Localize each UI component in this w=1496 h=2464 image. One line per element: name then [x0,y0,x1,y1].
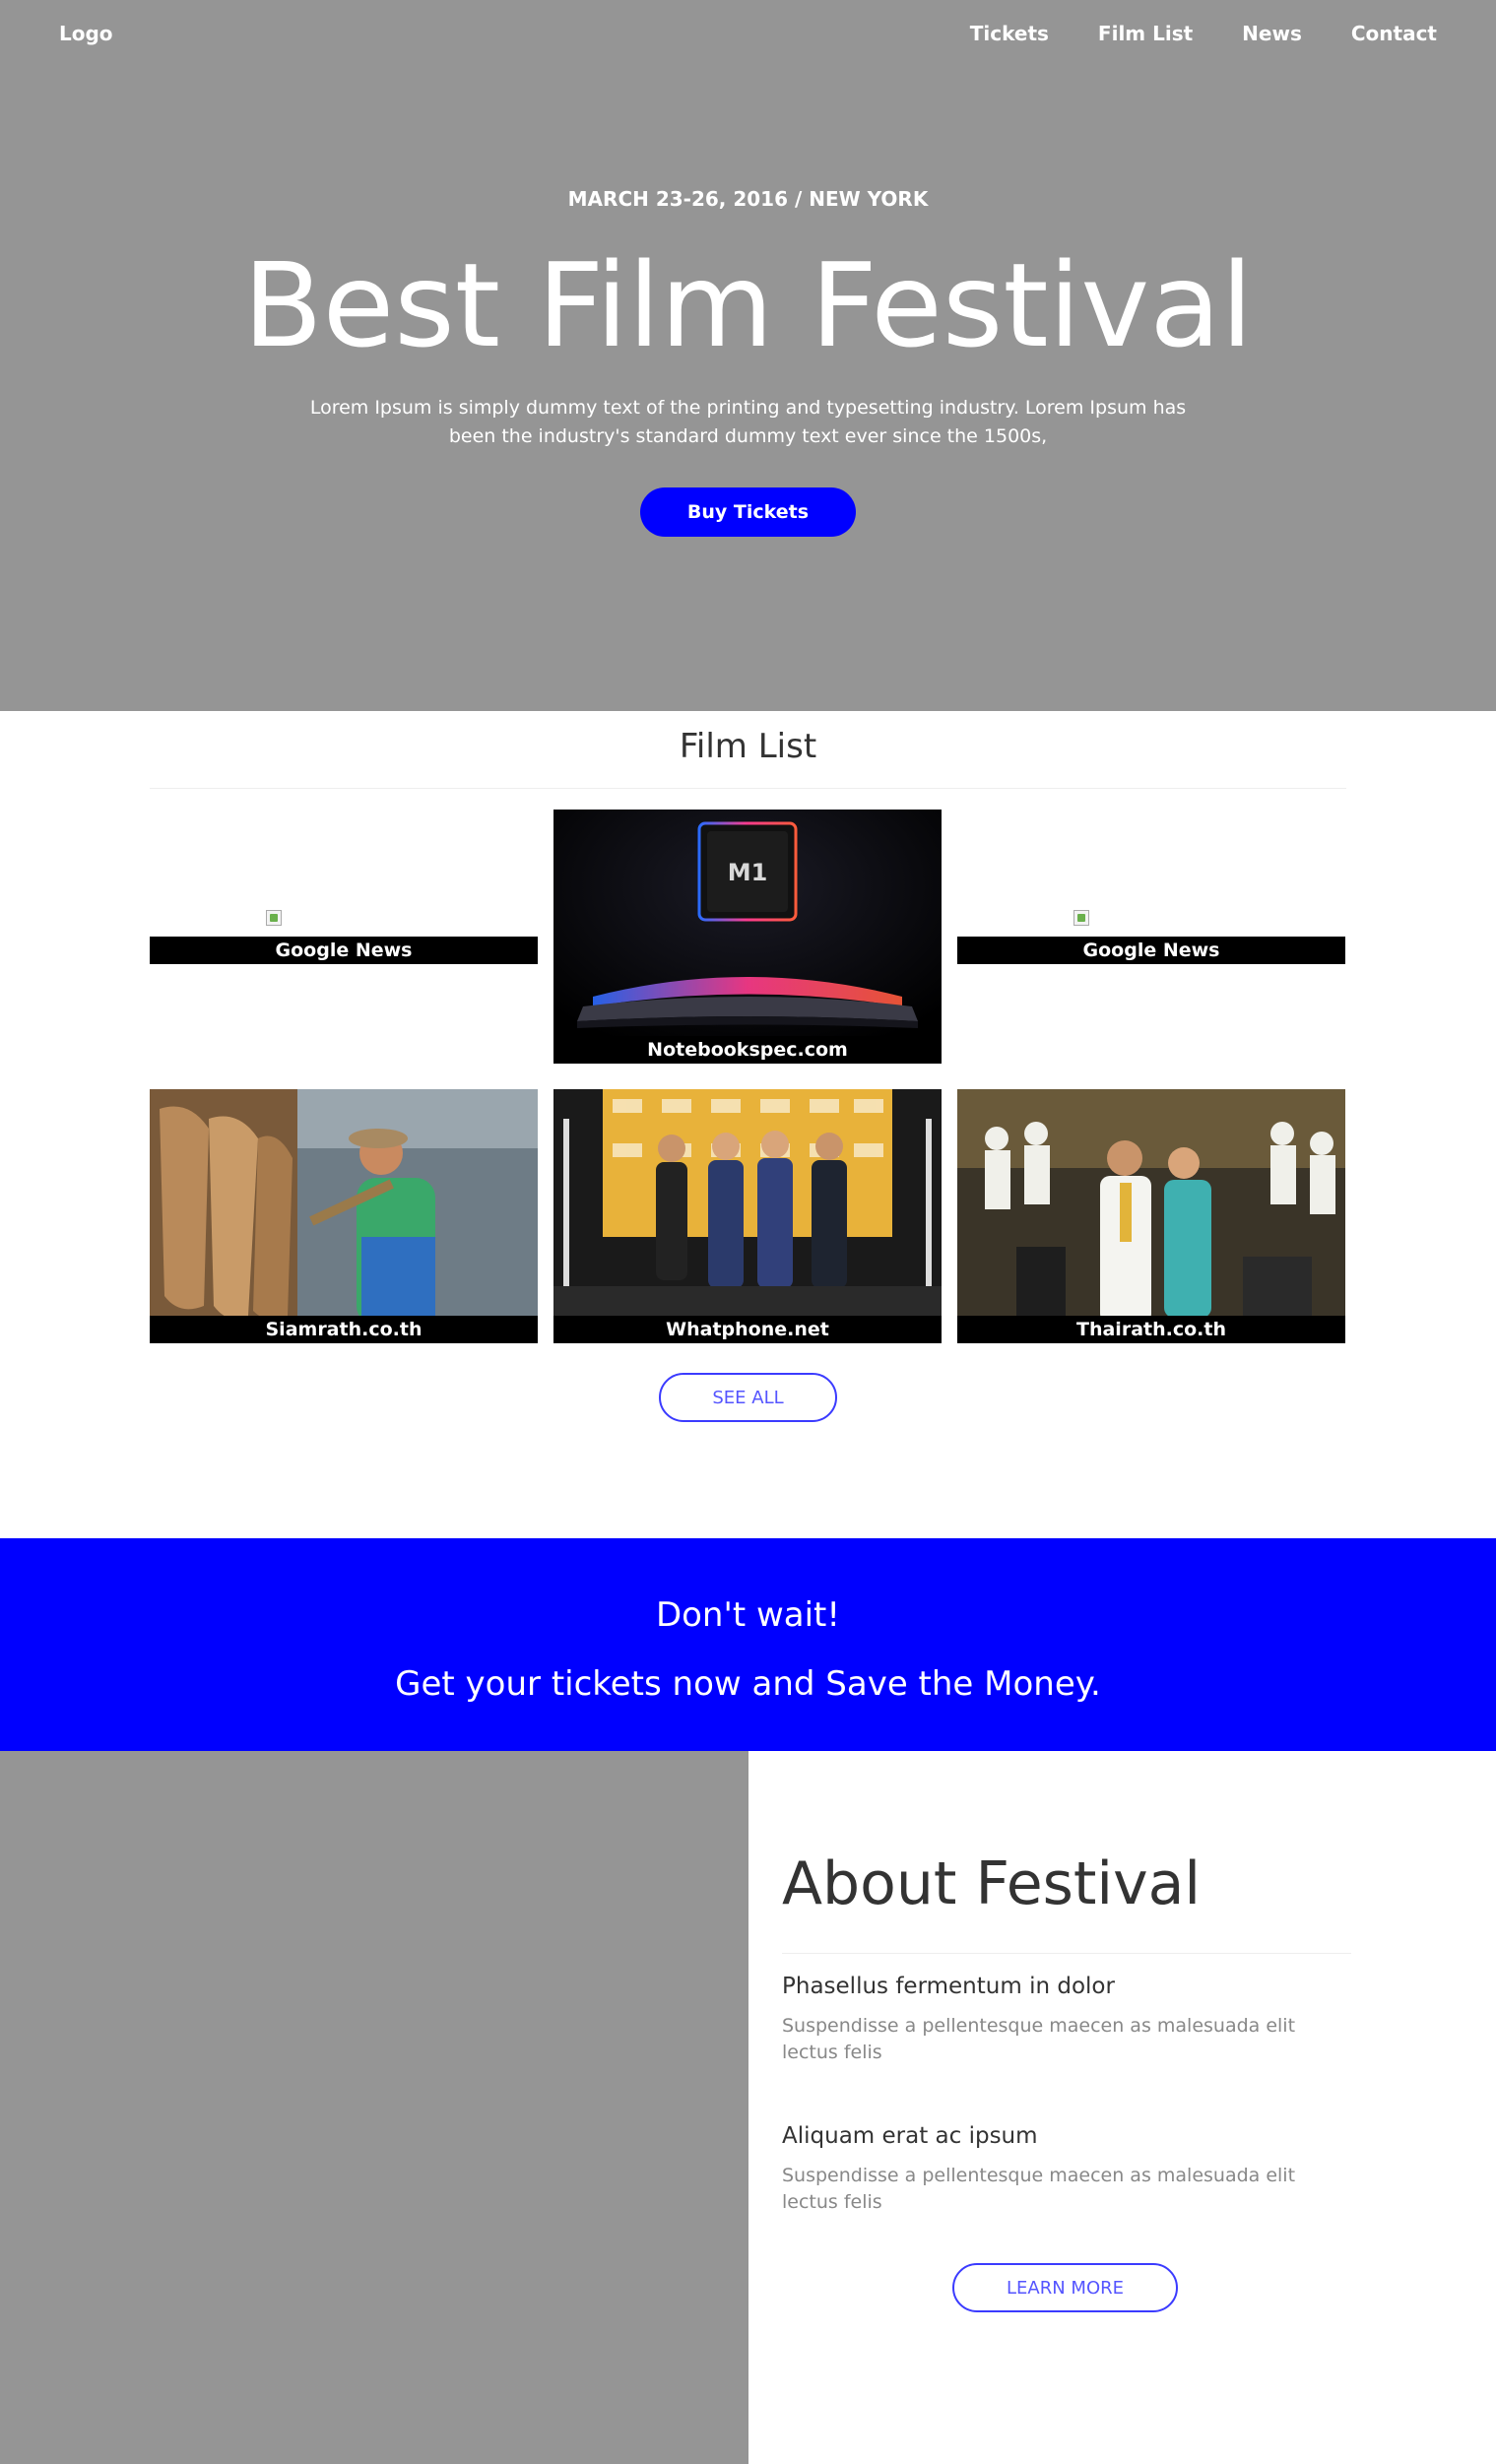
chip-label: M1 [728,859,768,886]
nav-link-contact[interactable]: Contact [1351,22,1437,45]
about-item-heading: Phasellus fermentum in dolor [782,1974,1115,1999]
film-card[interactable]: M1 Notebookspec.com [553,810,942,1064]
film-card[interactable]: Siamrath.co.th [150,1089,538,1343]
main-nav: Tickets Film List News Contact [970,22,1437,45]
about-image [0,1751,748,2464]
about-item-text: Suspendisse a pellentesque maecen as mal… [782,2165,1296,2213]
ceremony-photo [957,1089,1345,1343]
film-list-title: Film List [679,727,817,766]
film-card-caption: Google News [150,937,538,964]
about-title: About Festival [782,1849,1202,1918]
film-card[interactable]: Thairath.co.th [957,1089,1345,1343]
divider [782,1953,1351,1954]
hero-title: Best Film Festival [242,237,1254,373]
film-card-caption: Notebookspec.com [553,1036,942,1064]
film-card-caption: Whatphone.net [553,1316,942,1343]
m1-laptop-photo: M1 [553,810,942,1064]
see-all-button[interactable]: SEE ALL [659,1373,837,1422]
logo[interactable]: Logo [59,22,113,45]
buy-tickets-button[interactable]: Buy Tickets [640,487,856,537]
event-people-photo [553,1089,942,1343]
nav-link-news[interactable]: News [1242,22,1302,45]
nav-link-film-list[interactable]: Film List [1098,22,1193,45]
film-card[interactable]: Whatphone.net [553,1089,942,1343]
hero-date: MARCH 23-26, 2016 / NEW YORK [567,187,929,211]
cta-heading: Don't wait! [655,1595,841,1635]
film-card[interactable]: Google News [957,810,1345,1064]
film-card[interactable]: Google News [150,810,538,1064]
worker-photo [150,1089,538,1343]
learn-more-button[interactable]: LEARN MORE [952,2263,1178,2312]
hero-description: Lorem Ipsum is simply dummy text of the … [309,397,1187,447]
nav-link-tickets[interactable]: Tickets [970,22,1049,45]
film-card-caption: Google News [957,937,1345,964]
about-item-heading: Aliquam erat ac ipsum [782,2123,1038,2149]
hero-section: Logo Tickets Film List News Contact MARC… [0,0,1496,711]
broken-image-icon [1073,910,1089,926]
cta-banner: Don't wait! Get your tickets now and Sav… [0,1538,1496,1751]
cta-subheading: Get your tickets now and Save the Money. [395,1664,1101,1704]
about-item-text: Suspendisse a pellentesque maecen as mal… [782,2015,1296,2063]
film-card-caption: Thairath.co.th [957,1316,1345,1343]
film-card-caption: Siamrath.co.th [150,1316,538,1343]
broken-image-icon [266,910,282,926]
divider [150,788,1346,789]
